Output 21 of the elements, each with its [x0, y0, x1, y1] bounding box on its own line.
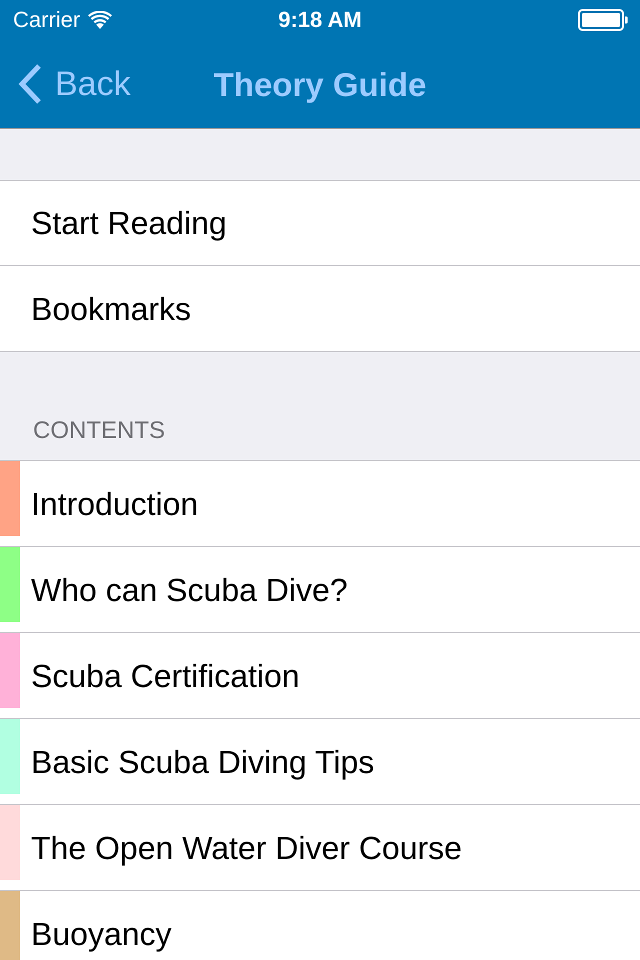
contents-item[interactable]: Introduction — [0, 461, 640, 547]
contents-item[interactable]: Who can Scuba Dive? — [0, 547, 640, 633]
contents-item[interactable]: Scuba Certification — [0, 633, 640, 719]
item-label: The Open Water Diver Course — [31, 832, 462, 864]
carrier-label: Carrier — [13, 9, 80, 31]
status-time: 9:18 AM — [278, 7, 362, 32]
wifi-icon — [88, 11, 112, 29]
contents-item[interactable]: The Open Water Diver Course — [0, 805, 640, 891]
battery-icon — [578, 9, 628, 31]
menu-item[interactable]: Bookmarks — [0, 266, 640, 351]
item-label: Buoyancy — [31, 918, 172, 950]
nav-title: Theory Guide — [214, 68, 426, 100]
chevron-left-icon — [17, 63, 43, 105]
item-label: Basic Scuba Diving Tips — [31, 746, 374, 778]
item-label: Introduction — [31, 488, 198, 520]
item-label: Who can Scuba Dive? — [31, 574, 348, 606]
menu-item[interactable]: Start Reading — [0, 181, 640, 266]
contents-item[interactable]: Buoyancy — [0, 891, 640, 960]
contents-item[interactable]: Basic Scuba Diving Tips — [0, 719, 640, 805]
section-header: CONTENTS — [33, 419, 165, 443]
item-label: Scuba Certification — [31, 660, 300, 692]
